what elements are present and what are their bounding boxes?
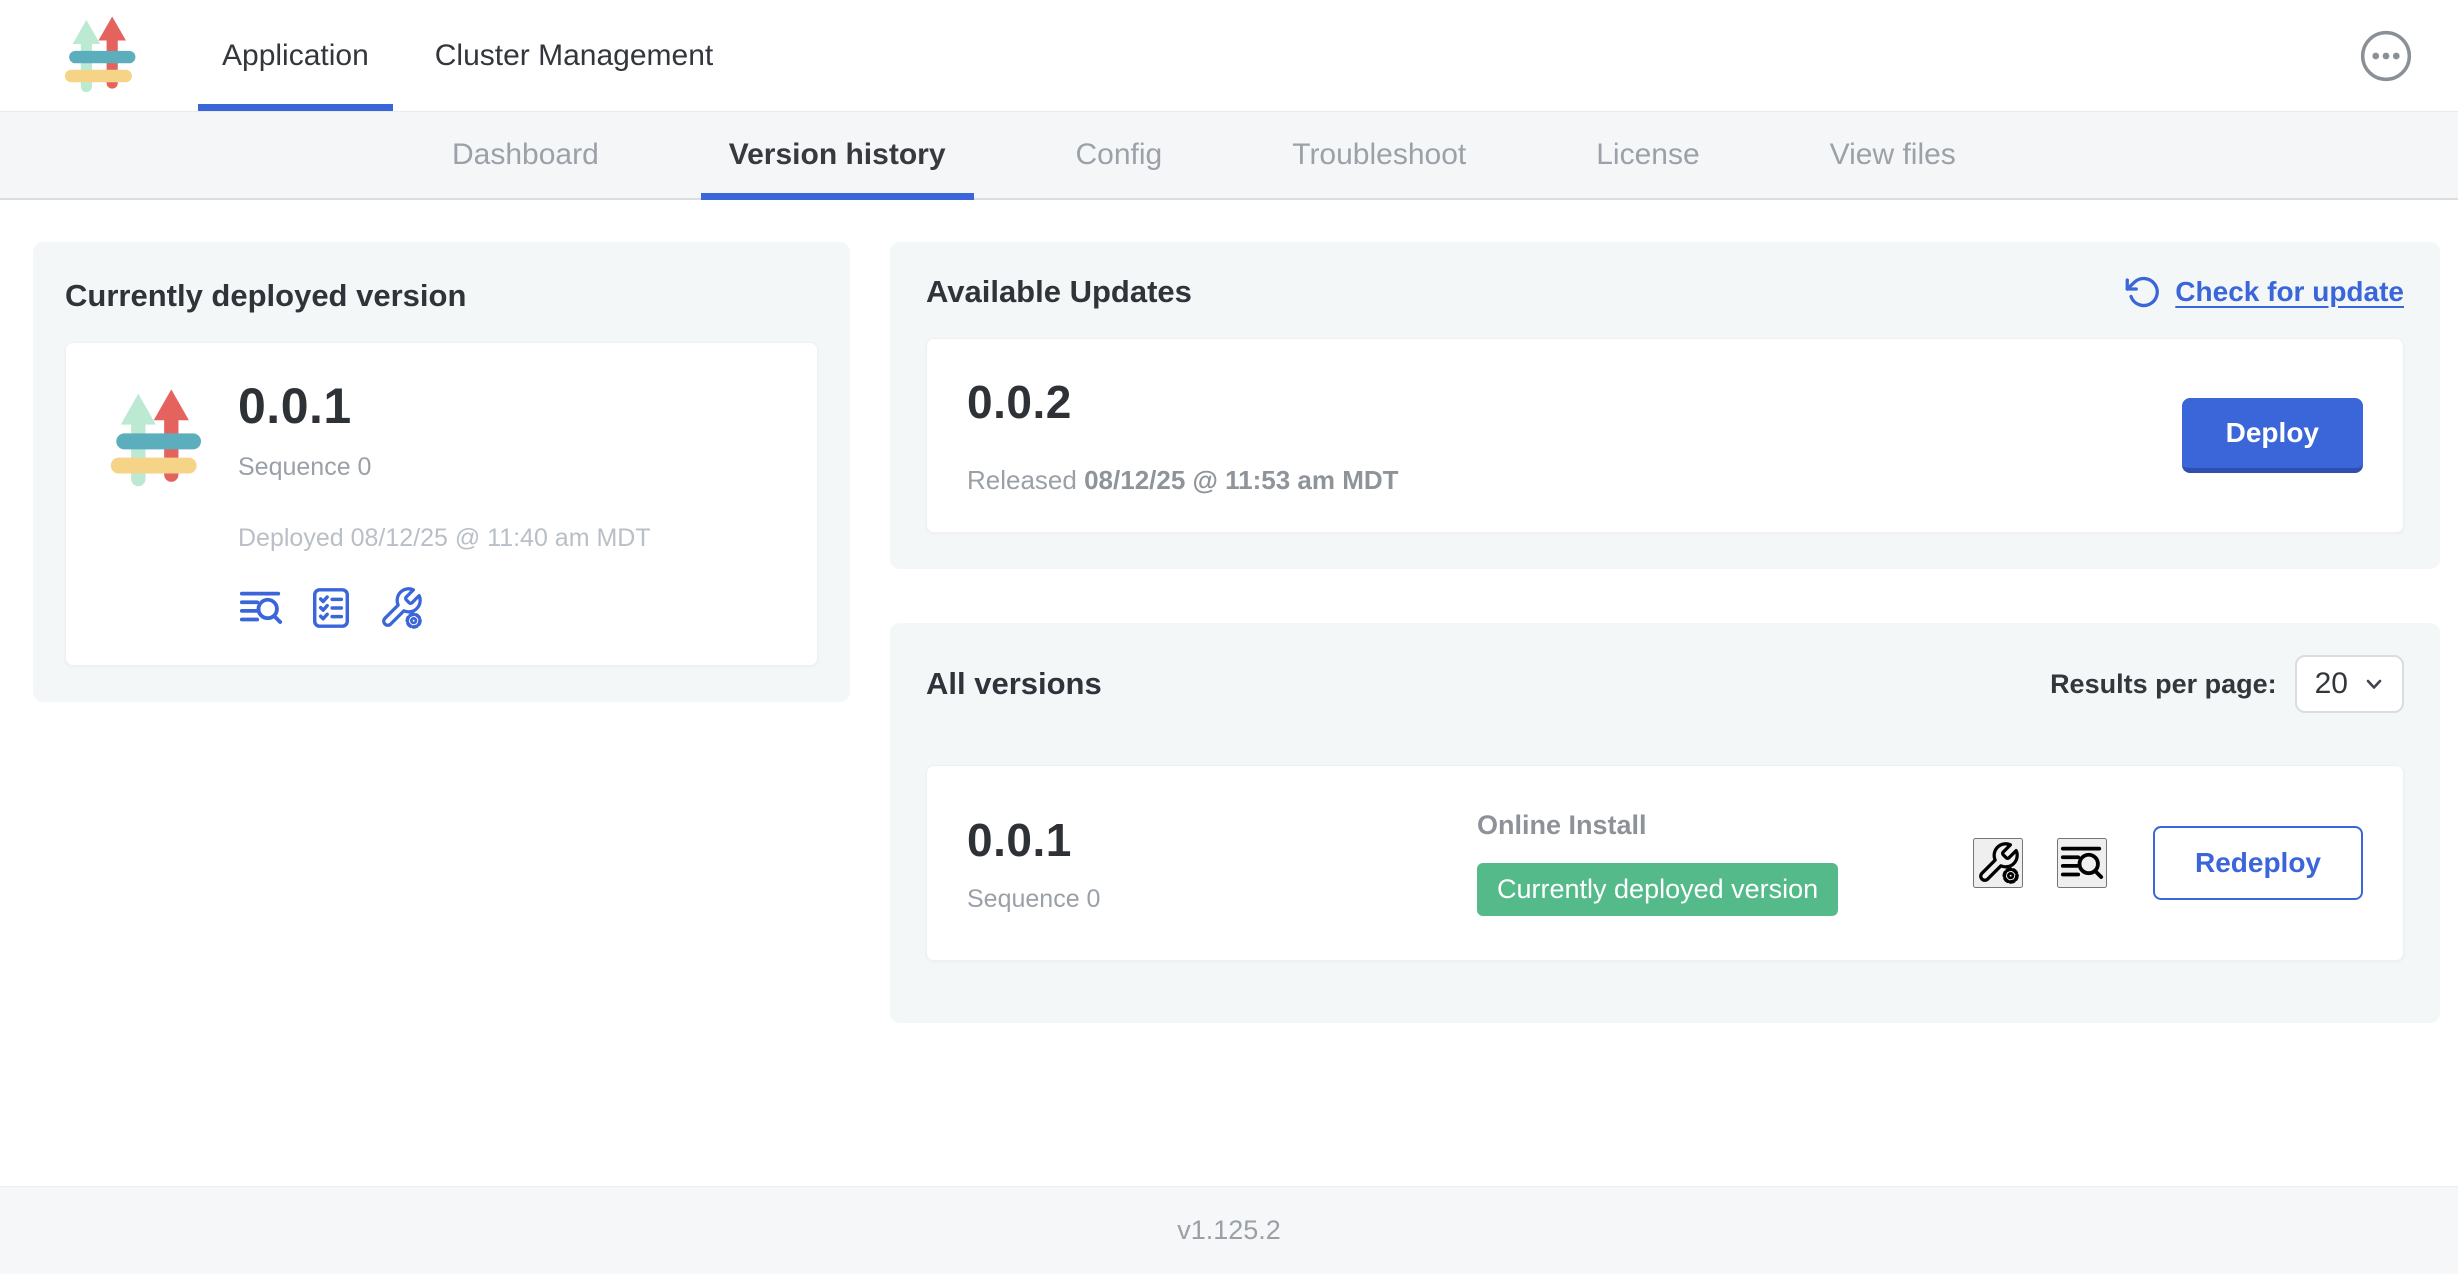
edit-config-icon — [378, 585, 424, 631]
currently-deployed-badge: Currently deployed version — [1477, 863, 1838, 916]
refresh-icon — [2125, 274, 2161, 310]
deployed-version-details: 0.0.1 Sequence 0 Deployed 08/12/25 @ 11:… — [238, 377, 651, 631]
preflight-checks-icon — [308, 585, 354, 631]
version-row-actions: Redeploy — [1973, 826, 2363, 900]
chevron-down-icon — [2362, 672, 2386, 696]
results-per-page-value: 20 — [2315, 667, 2348, 701]
view-logs-icon — [238, 585, 284, 631]
subnav-item-license[interactable]: License — [1596, 112, 1699, 198]
results-per-page-select[interactable]: 20 — [2295, 655, 2404, 713]
view-logs-button[interactable] — [238, 585, 284, 631]
preflight-checks-button[interactable] — [308, 585, 354, 631]
app-logo — [102, 377, 212, 505]
check-for-update-label: Check for update — [2175, 276, 2404, 308]
update-version-number: 0.0.2 — [967, 375, 1399, 429]
check-for-update-link[interactable]: Check for update — [2125, 274, 2404, 310]
deployed-action-icons — [238, 585, 651, 631]
subnav-label: Troubleshoot — [1292, 138, 1466, 172]
row-sequence: Sequence 0 — [967, 885, 1477, 914]
all-versions-title: All versions — [926, 666, 1102, 702]
app-footer: v1.125.2 — [0, 1186, 2458, 1274]
subnav-label: Version history — [729, 138, 946, 172]
subnav-label: View files — [1830, 138, 1956, 172]
deployed-date: Deployed 08/12/25 @ 11:40 am MDT — [238, 524, 651, 553]
currently-deployed-version-card: 0.0.1 Sequence 0 Deployed 08/12/25 @ 11:… — [65, 342, 818, 666]
available-updates-header: Available Updates Check for update — [926, 274, 2404, 310]
overflow-menu-button[interactable] — [2358, 28, 2414, 84]
results-per-page-label: Results per page: — [2050, 669, 2277, 700]
header-spacer — [753, 0, 2358, 111]
app-header: Application Cluster Management — [0, 0, 2458, 112]
header-tab-cluster-management[interactable]: Cluster Management — [409, 0, 739, 111]
app-logo — [58, 0, 144, 111]
right-column: Available Updates Check for update 0.0.2… — [890, 242, 2440, 1023]
deploy-button[interactable]: Deploy — [2182, 398, 2363, 473]
header-tab-label: Application — [222, 39, 369, 73]
currently-deployed-card: Currently deployed version 0.0.1 Sequenc… — [33, 242, 850, 702]
console-version: v1.125.2 — [1177, 1215, 1281, 1246]
ellipsis-circle-icon — [2358, 28, 2414, 84]
row-version-number: 0.0.1 — [967, 813, 1477, 867]
app-logo-icon — [58, 13, 144, 99]
deployed-version-number: 0.0.1 — [238, 377, 651, 435]
results-per-page: Results per page: 20 — [2050, 655, 2404, 713]
subnav-label: Dashboard — [452, 138, 599, 172]
subnav-item-view-files[interactable]: View files — [1830, 112, 1956, 198]
subnav-label: Config — [1076, 138, 1163, 172]
released-date: 08/12/25 @ 11:53 am MDT — [1084, 465, 1398, 495]
currently-deployed-title: Currently deployed version — [65, 278, 818, 314]
deployed-sequence: Sequence 0 — [238, 453, 651, 482]
edit-config-button[interactable] — [1973, 838, 2023, 888]
header-tab-application[interactable]: Application — [196, 0, 395, 111]
available-updates-card: Available Updates Check for update 0.0.2… — [890, 242, 2440, 569]
all-versions-card: All versions Results per page: 20 0.0.1 … — [890, 623, 2440, 1023]
update-released-line: Released 08/12/25 @ 11:53 am MDT — [967, 465, 1399, 496]
released-label: Released — [967, 465, 1077, 495]
version-row-status: Online Install Currently deployed versio… — [1477, 810, 1973, 916]
update-details: 0.0.2 Released 08/12/25 @ 11:53 am MDT — [967, 375, 1399, 496]
edit-config-icon — [1975, 840, 2021, 886]
subnav-item-troubleshoot[interactable]: Troubleshoot — [1292, 112, 1466, 198]
subnav-item-version-history[interactable]: Version history — [729, 112, 946, 198]
view-logs-button[interactable] — [2057, 838, 2107, 888]
subnav-label: License — [1596, 138, 1699, 172]
subnav-item-dashboard[interactable]: Dashboard — [452, 112, 599, 198]
update-row: 0.0.2 Released 08/12/25 @ 11:53 am MDT D… — [926, 338, 2404, 533]
all-versions-header: All versions Results per page: 20 — [926, 655, 2404, 713]
edit-config-button[interactable] — [378, 585, 424, 631]
view-logs-icon — [2059, 840, 2105, 886]
header-tab-label: Cluster Management — [435, 39, 713, 73]
install-type: Online Install — [1477, 810, 1973, 841]
main-content: Currently deployed version 0.0.1 Sequenc… — [0, 200, 2458, 1186]
subnav: Dashboard Version history Config Trouble… — [0, 112, 2458, 200]
version-row-details: 0.0.1 Sequence 0 — [967, 813, 1477, 914]
redeploy-button[interactable]: Redeploy — [2153, 826, 2363, 900]
version-row: 0.0.1 Sequence 0 Online Install Currentl… — [926, 765, 2404, 961]
app-logo-icon — [102, 385, 212, 495]
available-updates-title: Available Updates — [926, 274, 1192, 310]
subnav-item-config[interactable]: Config — [1076, 112, 1163, 198]
